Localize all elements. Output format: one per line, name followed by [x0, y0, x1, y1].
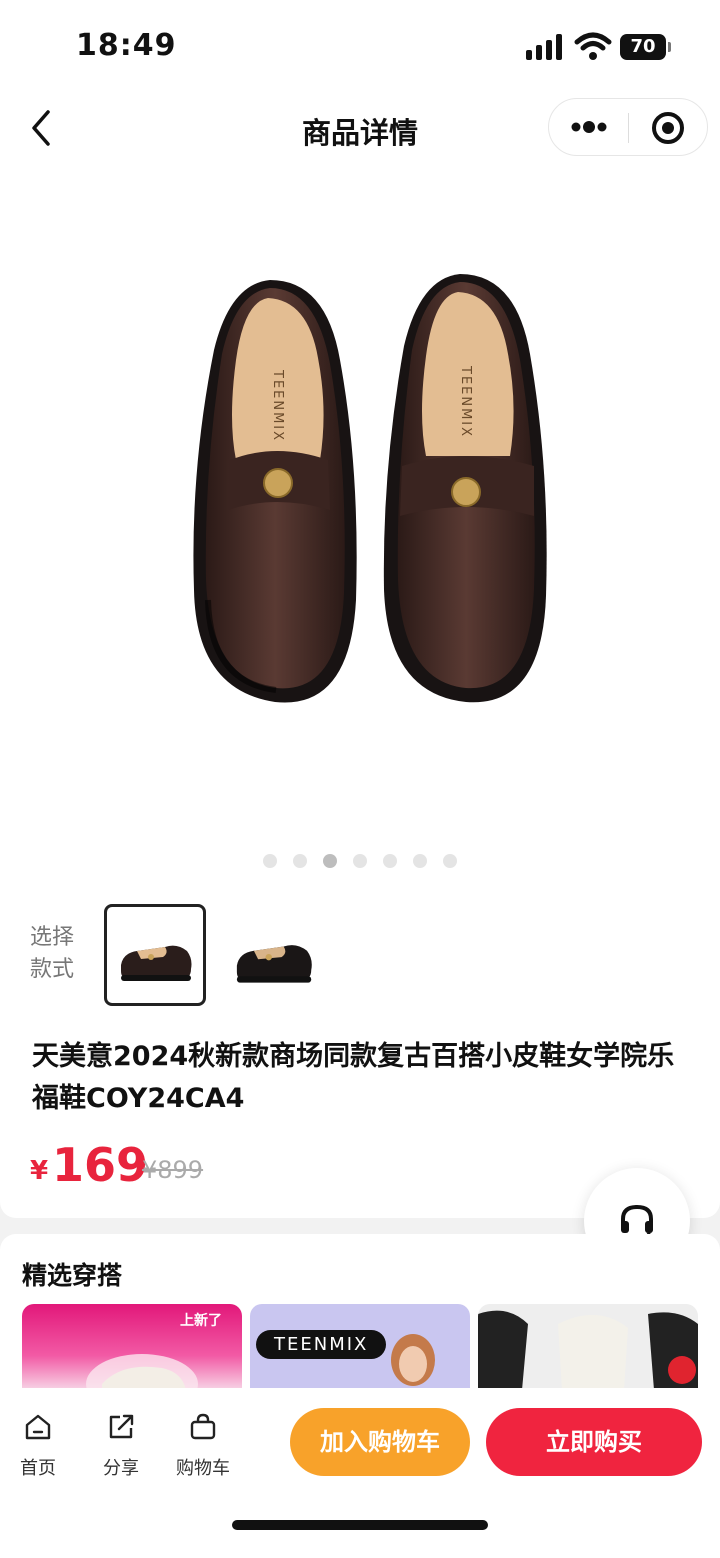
price-currency: ¥: [30, 1156, 49, 1186]
pagination-dot-active[interactable]: [323, 854, 337, 868]
close-mini-program-icon[interactable]: [652, 112, 684, 144]
add-to-cart-button[interactable]: 加入购物车: [290, 1408, 470, 1476]
share-icon: [109, 1414, 134, 1439]
tab-home[interactable]: 首页: [3, 1412, 73, 1480]
cart-icon: [190, 1413, 216, 1440]
pagination-dot[interactable]: [413, 854, 427, 868]
home-indicator[interactable]: [232, 1520, 488, 1530]
battery-icon: 70: [620, 34, 671, 60]
pagination-dot[interactable]: [443, 854, 457, 868]
outfit-card-tag: 上新了: [180, 1313, 222, 1329]
style-thumbnail: [236, 945, 312, 983]
product-info: 选择款式 天美意2024秋新款商场同款复古百搭小皮鞋女学院乐福鞋COY24CA4…: [0, 888, 720, 1218]
home-icon: [25, 1414, 51, 1440]
pagination-dot[interactable]: [263, 854, 277, 868]
outfit-card[interactable]: [478, 1304, 698, 1390]
bottom-action-bar: 首页 分享 购物车 加入购物车 立即购买: [0, 1388, 720, 1558]
wifi-icon: [574, 32, 612, 60]
status-bar: 18:49 70: [0, 0, 720, 96]
product-image: TEENMIX TEENMIX: [193, 274, 547, 703]
signal-icon: [526, 34, 564, 60]
buy-now-button[interactable]: 立即购买: [486, 1408, 702, 1476]
outfit-card-image: [478, 1310, 698, 1390]
more-icon[interactable]: [571, 121, 607, 133]
outfit-card-image: [86, 1354, 198, 1390]
style-label: 选择款式: [30, 925, 75, 982]
outfit-section-title: 精选穿搭: [22, 1261, 123, 1290]
product-title: 天美意2024秋新款商场同款复古百搭小皮鞋女学院乐福鞋COY24CA4: [32, 1041, 675, 1114]
tab-cart-label: 购物车: [176, 1458, 230, 1479]
tab-share-label: 分享: [103, 1458, 139, 1479]
capsule-divider: [628, 113, 629, 143]
nav-bar: 商品详情: [0, 96, 720, 160]
status-time: 18:49: [76, 28, 177, 63]
original-price: ¥899: [142, 1156, 204, 1184]
tab-share[interactable]: 分享: [86, 1412, 156, 1480]
current-price: 169: [52, 1138, 149, 1192]
gallery-pagination: [0, 854, 720, 868]
mini-program-capsule: [548, 98, 708, 156]
pagination-dot[interactable]: [293, 854, 307, 868]
style-option-selected[interactable]: [104, 904, 206, 1006]
style-option[interactable]: [222, 904, 324, 1006]
pagination-dot[interactable]: [383, 854, 397, 868]
product-gallery[interactable]: TEENMIX TEENMIX: [0, 160, 720, 888]
outfit-section: 精选穿搭 上新了 TEENMIX: [0, 1234, 720, 1394]
style-thumbnail: [121, 945, 192, 981]
outfit-card-brand: TEENMIX: [256, 1330, 387, 1359]
shoe-brand-text-right: TEENMIX: [458, 365, 473, 438]
pagination-dot[interactable]: [353, 854, 367, 868]
outfit-card[interactable]: 上新了: [22, 1304, 242, 1390]
tab-cart[interactable]: 购物车: [168, 1412, 238, 1480]
shoe-brand-text-left: TEENMIX: [270, 369, 285, 442]
tab-home-label: 首页: [20, 1458, 56, 1479]
outfit-card-image: [391, 1334, 435, 1386]
outfit-card[interactable]: TEENMIX: [250, 1304, 470, 1390]
